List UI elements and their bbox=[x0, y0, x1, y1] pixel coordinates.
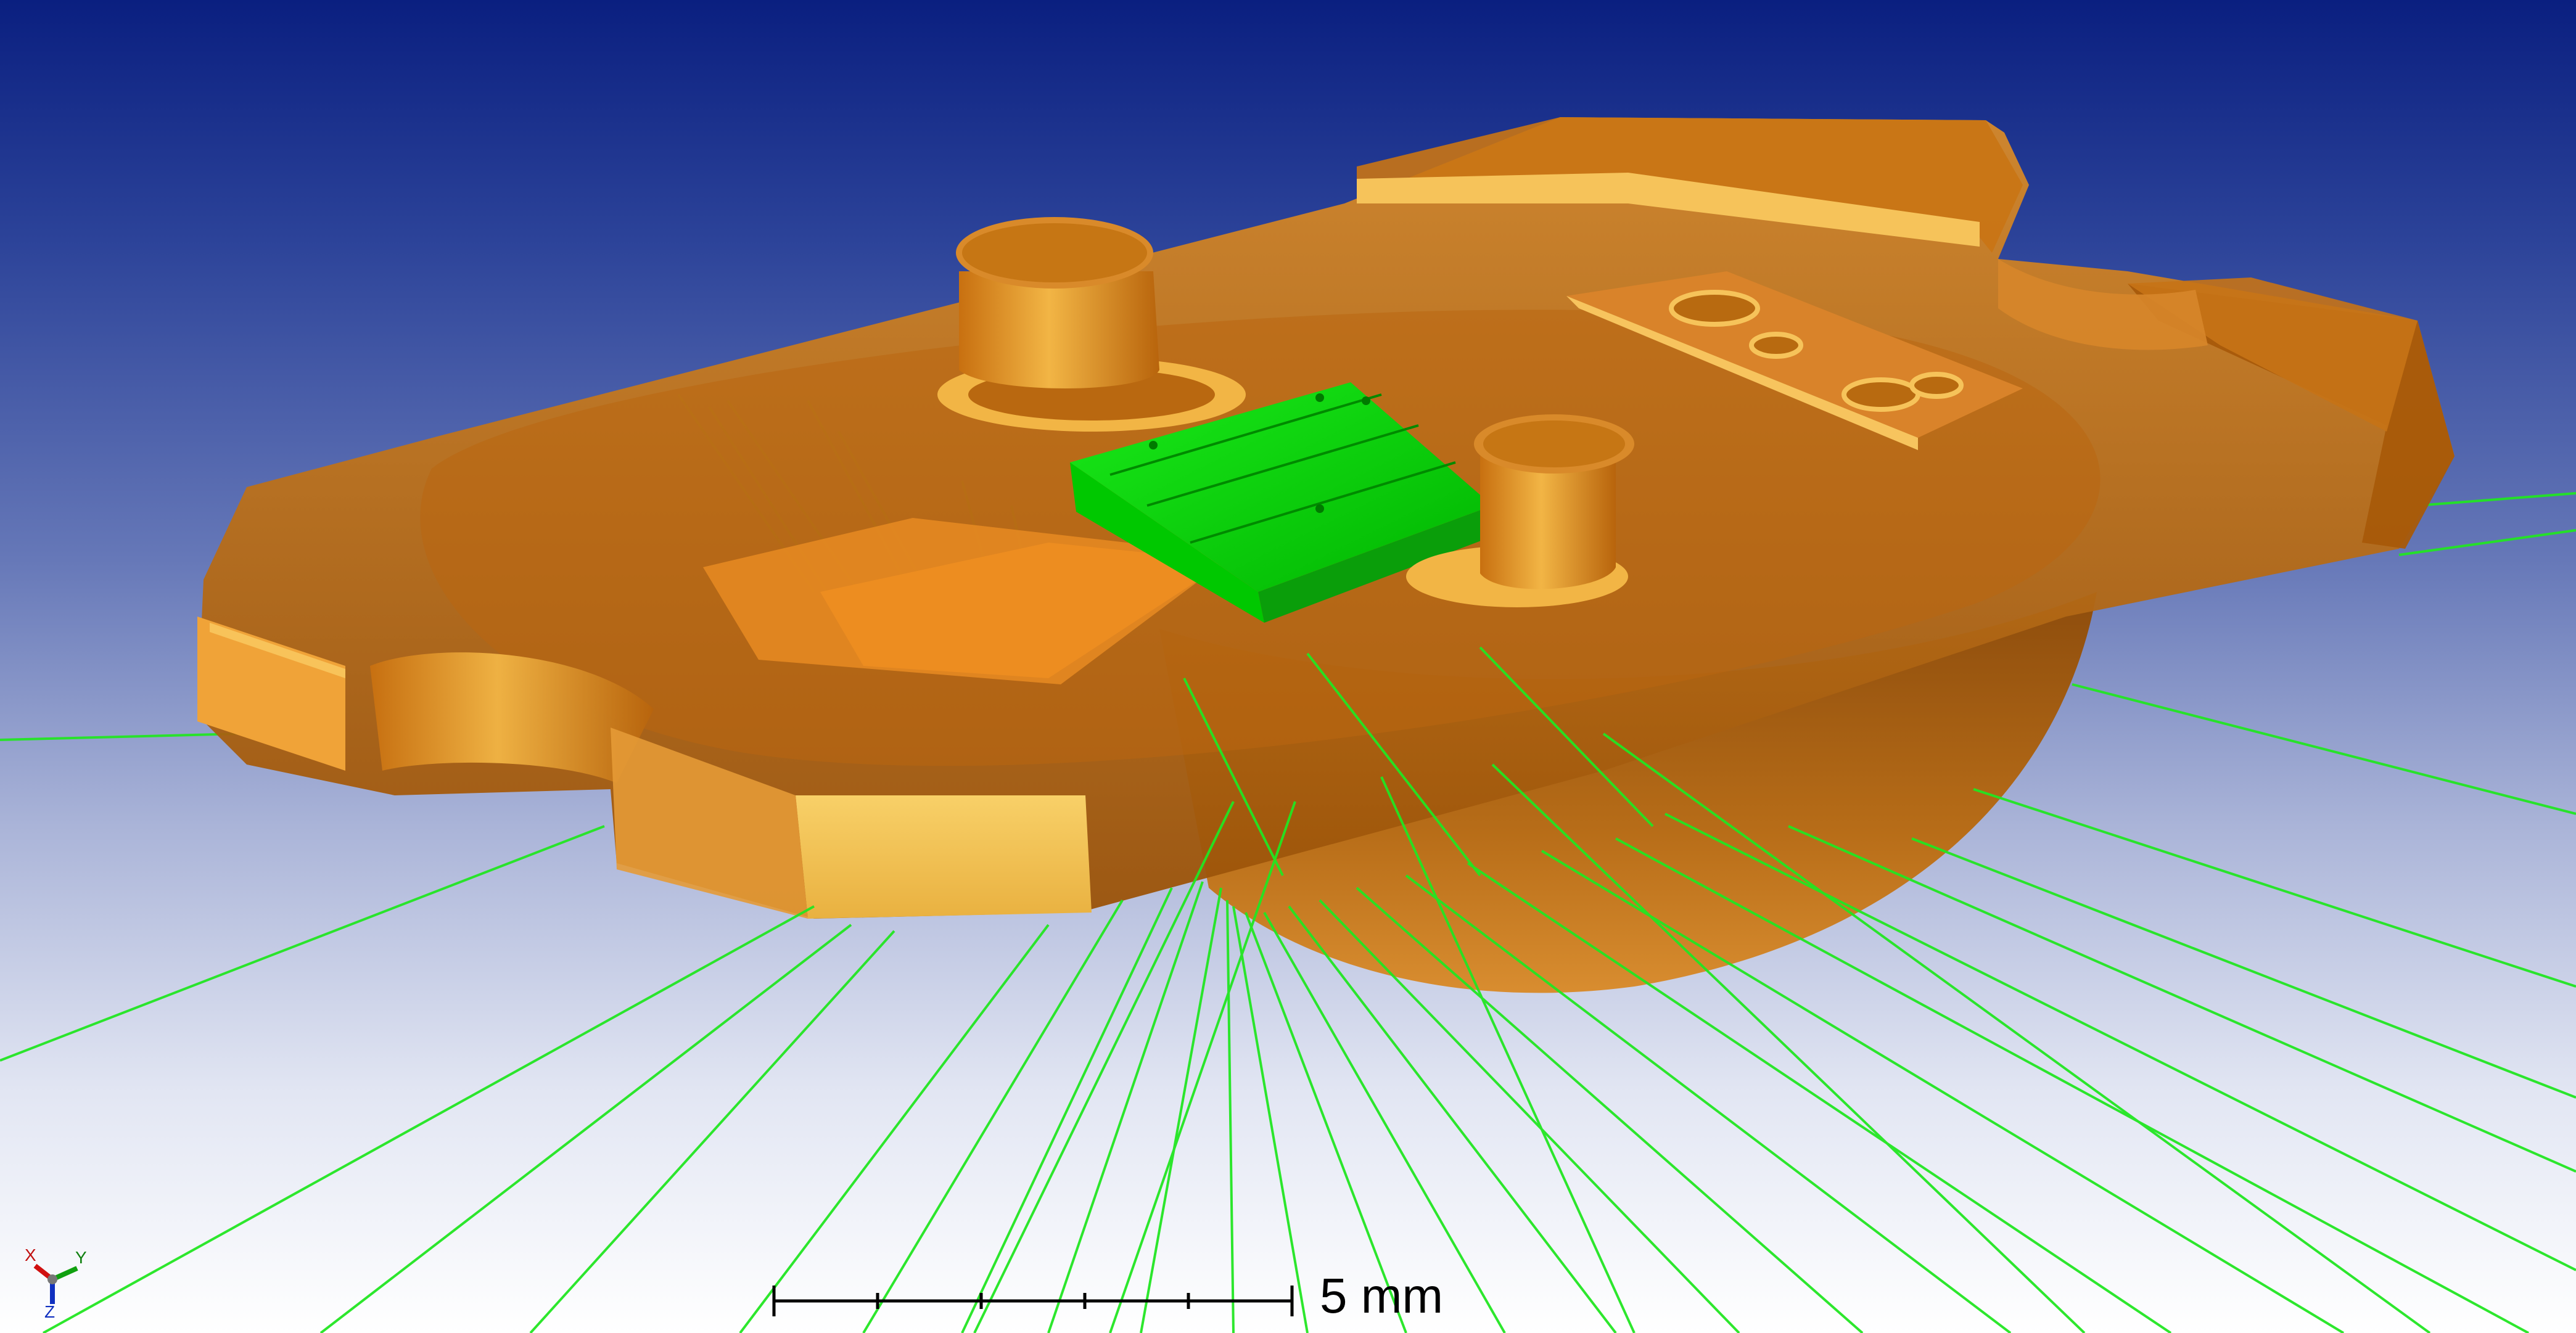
3d-viewport[interactable]: X Y Z 5 mm bbox=[0, 0, 2576, 1333]
scale-bar bbox=[772, 1286, 1294, 1316]
axis-triad bbox=[33, 1263, 78, 1304]
axis-z-label: Z bbox=[44, 1302, 56, 1321]
scale-bar-label: 5 mm bbox=[1320, 1268, 1443, 1323]
housing-front-face bbox=[796, 795, 1092, 919]
alignment-post-left bbox=[959, 271, 1159, 388]
axis-y-label: Y bbox=[75, 1248, 87, 1267]
lens-housing bbox=[197, 117, 2455, 993]
axis-x-label: X bbox=[25, 1245, 36, 1265]
